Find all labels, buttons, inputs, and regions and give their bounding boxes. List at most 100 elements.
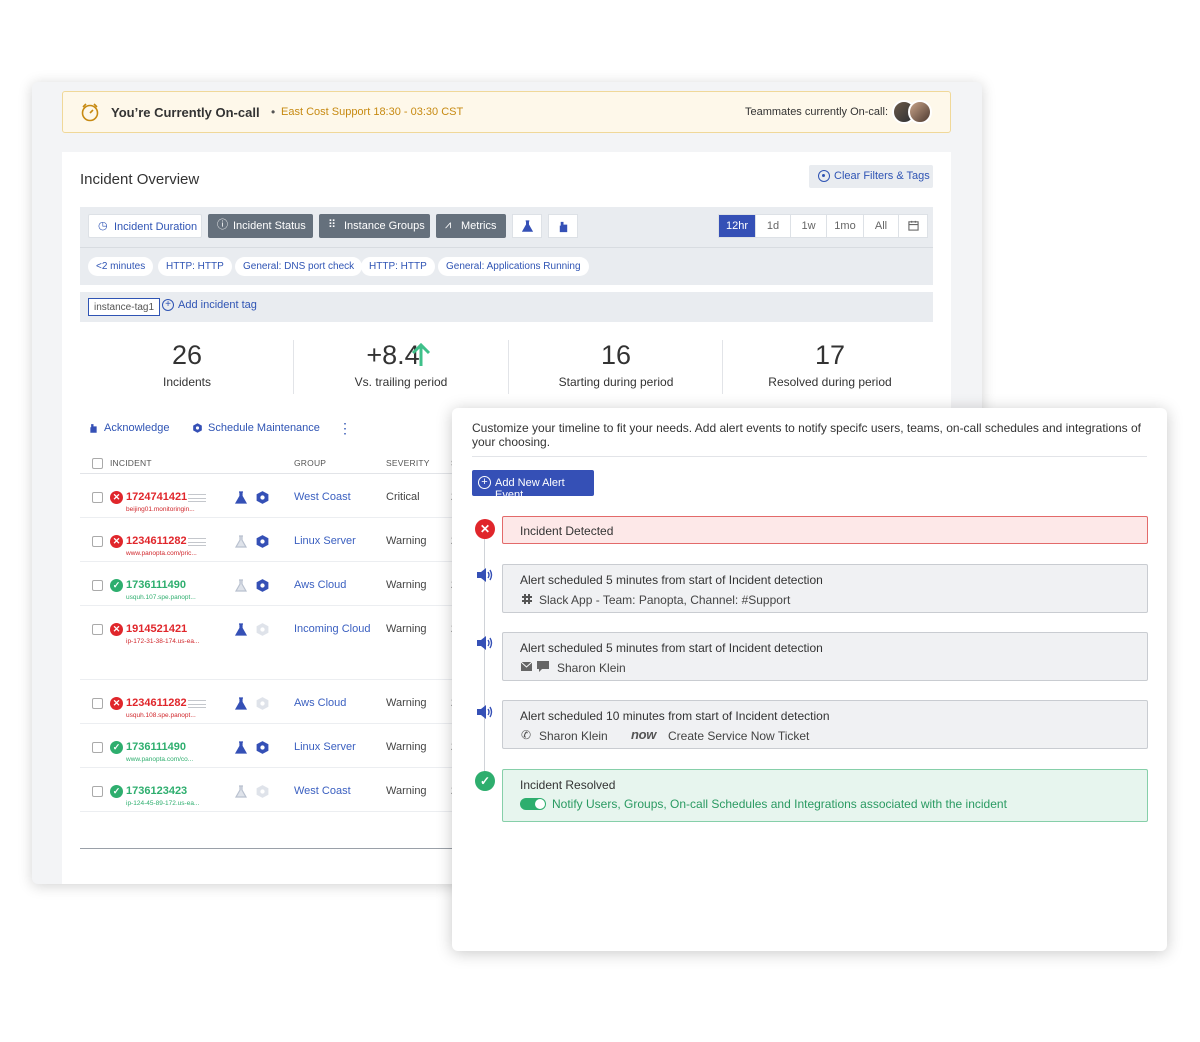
incident-id[interactable]: 1736123423 [126, 785, 187, 797]
filter-incident-duration[interactable]: ◷ Incident Duration [88, 214, 202, 238]
email-icon [521, 662, 532, 671]
filter-chip[interactable]: General: DNS port check [235, 257, 363, 276]
row-group[interactable]: Aws Cloud [294, 579, 346, 591]
flask-filter-button[interactable] [512, 214, 542, 238]
table-row[interactable]: ✓ 1736123423 ip-124-45-89-172.us-ea... W… [80, 768, 460, 812]
row-checkbox[interactable] [92, 492, 103, 503]
col-severity[interactable]: SEVERITY [386, 458, 430, 468]
flask-icon[interactable] [234, 491, 248, 505]
timeline-line [484, 528, 485, 776]
flask-icon[interactable] [234, 697, 248, 711]
filter-chip[interactable]: HTTP: HTTP [158, 257, 232, 276]
range-1mo[interactable]: 1mo [827, 215, 864, 237]
flask-icon[interactable] [234, 741, 248, 755]
range-1w[interactable]: 1w [791, 215, 827, 237]
row-checkbox[interactable] [92, 698, 103, 709]
flask-icon[interactable] [234, 785, 248, 799]
range-12hr[interactable]: 12hr [719, 215, 756, 237]
instance-hex-icon[interactable] [255, 490, 270, 505]
table-row[interactable]: ✕ 1234611282 www.panopta.com/pric... Lin… [80, 518, 460, 562]
row-group[interactable]: West Coast [294, 785, 351, 797]
row-checkbox[interactable] [92, 786, 103, 797]
col-incident[interactable]: INCIDENT [110, 458, 152, 468]
teammate-avatar[interactable] [908, 100, 932, 124]
filter-metrics[interactable]: ⩘ Metrics [436, 214, 506, 238]
more-actions-icon[interactable]: ⋮ [338, 420, 352, 437]
acknowledge-label: Acknowledge [104, 422, 170, 434]
range-all[interactable]: All [864, 215, 899, 237]
clear-filters-button[interactable]: Clear Filters & Tags [809, 165, 933, 188]
filter-incident-status[interactable]: ⓘ Incident Status [208, 214, 313, 238]
add-alert-event-button[interactable]: + Add New Alert Event [472, 470, 594, 501]
incident-host: ip-172-31-38-174.us-ea... [126, 638, 200, 645]
filter-chip[interactable]: <2 minutes [88, 257, 154, 276]
filter-instance-groups[interactable]: ⠿ Instance Groups [319, 214, 430, 238]
incident-id[interactable]: 1736111490 [126, 579, 186, 591]
gear-icon [193, 423, 202, 433]
stat-label: Vs. trailing period [354, 375, 448, 389]
error-status-icon: ✕ [110, 535, 123, 548]
calendar-button[interactable] [899, 215, 927, 237]
col-group[interactable]: GROUP [294, 458, 326, 468]
add-incident-tag-button[interactable]: + Add incident tag [162, 299, 257, 311]
stat-incidents: 26 Incidents [80, 340, 294, 389]
row-checkbox[interactable] [92, 580, 103, 591]
row-group[interactable]: Incoming Cloud [294, 623, 370, 635]
instance-hex-icon[interactable] [255, 740, 270, 755]
filter-chip[interactable]: HTTP: HTTP [361, 257, 435, 276]
incident-id[interactable]: 1736111490 [126, 741, 186, 753]
incident-id[interactable]: 1234611282 [126, 535, 187, 547]
stat-label: Incidents [162, 375, 212, 389]
incident-tag[interactable]: instance-tag1 [88, 298, 161, 316]
row-checkbox[interactable] [92, 624, 103, 635]
notify-toggle[interactable] [520, 798, 546, 810]
row-checkbox[interactable] [92, 536, 103, 547]
schedule-maintenance-button[interactable]: Schedule Maintenance [192, 422, 320, 434]
row-group[interactable]: Aws Cloud [294, 697, 346, 709]
chat-icon [537, 661, 549, 672]
select-all-checkbox[interactable] [92, 458, 103, 469]
teammates-label: Teammates currently On-call: [744, 106, 888, 118]
table-row[interactable]: ✕ 1234611282 usquh.108.spe.panopt... Aws… [80, 680, 460, 724]
incident-host: usquh.107.spe.panopt... [126, 594, 196, 601]
flask-icon[interactable] [234, 623, 248, 637]
oncall-separator: • [271, 105, 276, 119]
range-1d[interactable]: 1d [756, 215, 791, 237]
row-group[interactable]: Linux Server [294, 535, 356, 547]
row-group[interactable]: West Coast [294, 491, 351, 503]
incident-id[interactable]: 1914521421 [126, 623, 187, 635]
instance-hex-icon[interactable] [255, 622, 270, 637]
row-severity: Warning [386, 697, 427, 709]
table-row[interactable]: ✓ 1736111490 www.panopta.com/co... Linux… [80, 724, 460, 768]
table-row[interactable]: ✓ 1736111490 usquh.107.spe.panopt... Aws… [80, 562, 460, 606]
flask-icon[interactable] [234, 579, 248, 593]
filter-chip[interactable]: General: Applications Running [438, 257, 589, 276]
incident-id[interactable]: 1234611282 [126, 697, 187, 709]
instance-hex-icon[interactable] [255, 534, 270, 549]
alert-event[interactable]: Alert scheduled 5 minutes from start of … [502, 632, 1148, 681]
instance-hex-icon[interactable] [255, 784, 270, 799]
incident-detected-event[interactable]: Incident Detected [502, 516, 1148, 544]
acknowledge-button[interactable]: Acknowledge [88, 422, 169, 434]
grid-icon: ⠿ [328, 219, 337, 231]
incident-resolved-event[interactable]: Incident Resolved Notify Users, Groups, … [502, 769, 1148, 822]
instance-hex-icon[interactable] [255, 696, 270, 711]
flask-icon[interactable] [234, 535, 248, 549]
error-status-icon: ✕ [110, 491, 123, 504]
user-filter-button[interactable] [548, 214, 578, 238]
add-tag-label: Add incident tag [178, 299, 257, 311]
incident-host: usquh.108.spe.panopt... [126, 712, 196, 719]
alert-event[interactable]: Alert scheduled 10 minutes from start of… [502, 700, 1148, 749]
alert-target: Slack App - Team: Panopta, Channel: #Sup… [539, 593, 791, 607]
row-checkbox[interactable] [92, 742, 103, 753]
incident-id[interactable]: 1724741421 [126, 491, 187, 503]
table-row[interactable]: ✕ 1724741421 beijing01.monitoringin... W… [80, 474, 460, 518]
alert-title: Alert scheduled 5 minutes from start of … [520, 641, 823, 655]
instance-hex-icon[interactable] [255, 578, 270, 593]
oncall-banner: You’re Currently On-call • East Cost Sup… [62, 91, 951, 133]
info-icon: ⓘ [217, 219, 228, 231]
alert-target: Sharon Klein [539, 729, 608, 743]
alert-event[interactable]: Alert scheduled 5 minutes from start of … [502, 564, 1148, 613]
row-group[interactable]: Linux Server [294, 741, 356, 753]
table-row[interactable]: ✕ 1914521421 ip-172-31-38-174.us-ea... I… [80, 606, 460, 680]
